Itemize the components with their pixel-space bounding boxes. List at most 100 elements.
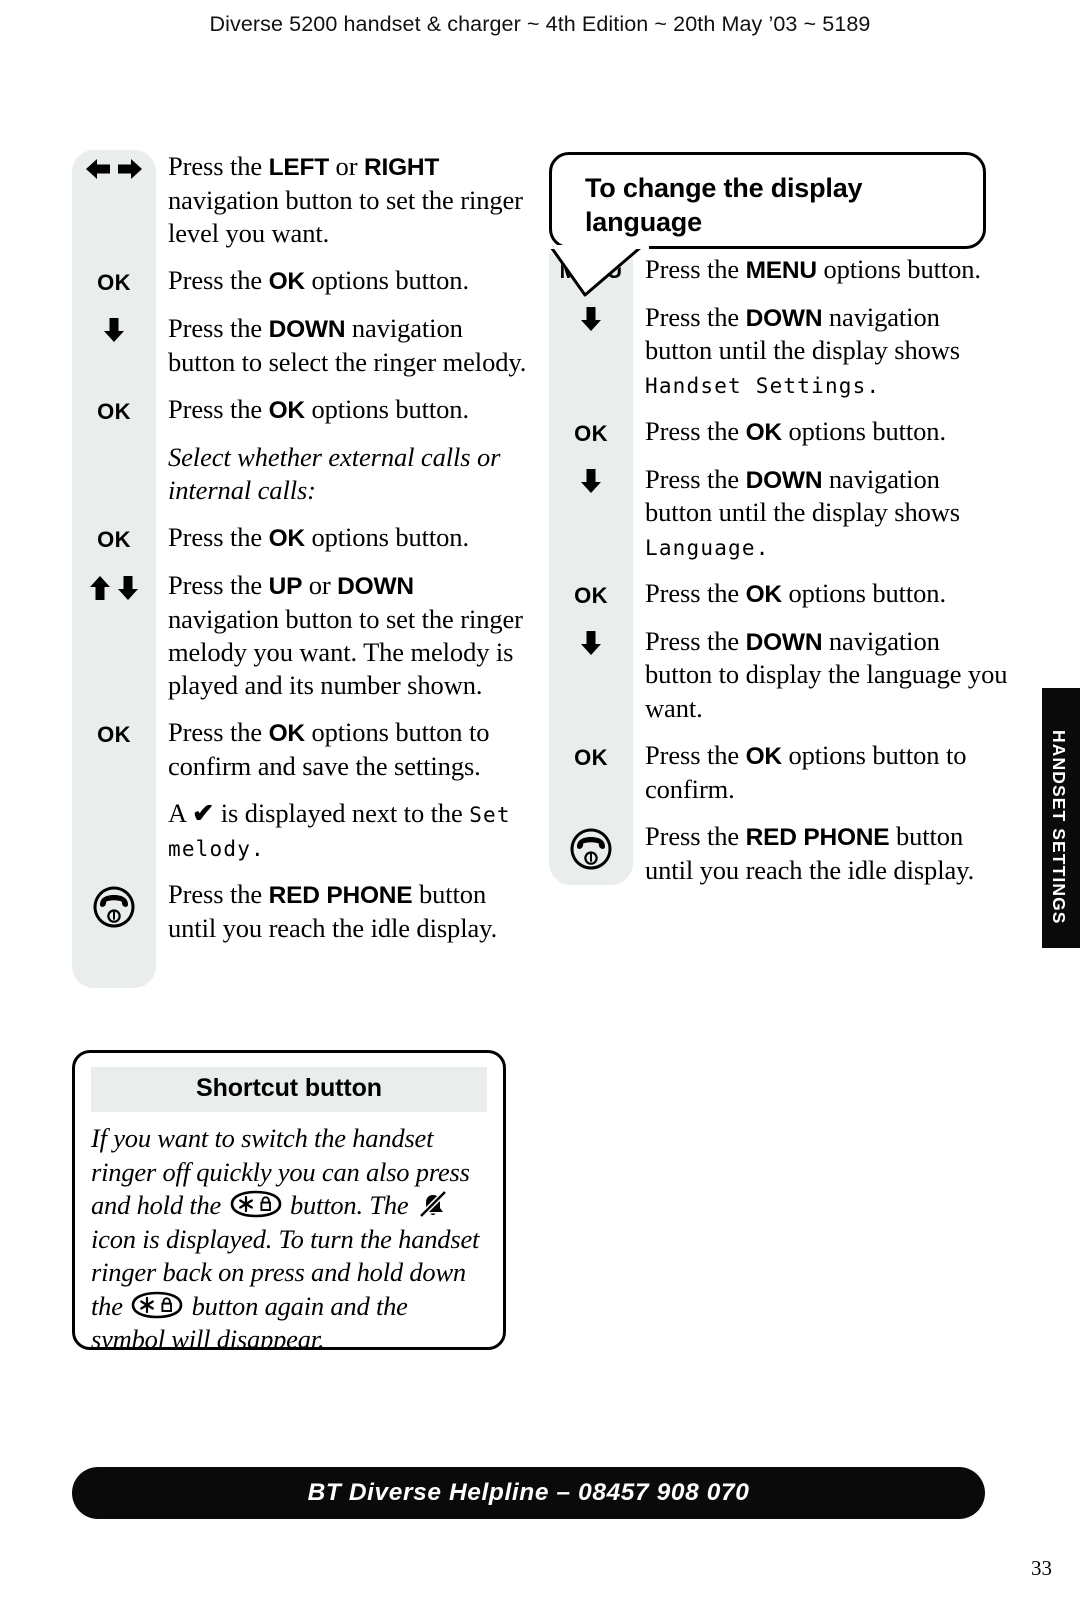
page-header: Diverse 5200 handset & charger ~ 4th Edi… [209,12,871,36]
step-text: Press the DOWN navigation button to disp… [633,625,1009,725]
step-text-run: options button. [781,415,946,446]
step-text: Press the OK options button. [156,521,469,555]
ok-label-icon-label: OK [574,582,608,608]
step-text-run: navigation button to set the ringer melo… [168,603,523,701]
step-text-run: Press the [168,312,269,343]
step-text: Select whether external calls or interna… [156,441,527,508]
step-text-run: Press the [168,265,269,296]
step-text-run: options button. [304,393,469,424]
ringer-off-bell-icon [418,1191,447,1218]
step-text-run: navigation button to set the ringer leve… [168,184,523,248]
star-lock-key-icon [131,1291,183,1318]
ok-label-icon-label: OK [574,744,608,770]
star-lock-key-icon [230,1190,281,1218]
step-text: Press the OK options button. [633,415,946,449]
ok-label-icon-label: OK [97,527,131,553]
step-text: Press the DOWN navigation button until t… [633,463,1009,563]
keyword-label: OK [268,396,306,424]
instruction-step: Press the DOWN navigation button until t… [549,463,1009,563]
red-phone-icon [72,878,156,929]
left-right-arrows-icon [72,150,156,182]
keyword-label: RED PHONE [268,881,413,909]
down-arrow-icon [549,625,633,656]
keyword-label: DOWN [745,304,823,332]
red-phone-icon [549,820,633,871]
left-arrow-icon [85,155,143,182]
step-text-run: Press the [645,625,746,656]
step-text: Press the MENU options button. [633,253,981,287]
ok-label-icon: OK [72,716,156,746]
up-down-arrows-icon [72,569,156,601]
step-text-run: Press the [645,415,746,446]
ok-label-icon-label: OK [574,420,608,446]
step-text-run: Press the [645,301,746,332]
instruction-step: Press the DOWN navigation button to sele… [72,312,527,379]
shortcut-button-box: Shortcut button If you want to switch th… [72,1050,506,1350]
step-text-run: A [168,798,193,829]
instruction-step: OK Press the OK options button. [72,521,527,555]
step-text-run: Press the [645,820,746,851]
instruction-step: OK Press the OK options button. [549,415,1009,449]
step-text-run: Press the [168,569,269,600]
keyword-label: LEFT [268,154,330,181]
up-arrow-icon [89,574,139,601]
instruction-step: OK Press the OK options button to confirm… [72,716,527,783]
step-text: Press the OK options button to confirm a… [156,716,527,783]
instruction-step: A ✔ is displayed next to the Set melody. [72,797,527,864]
step-text-run: options button. [304,522,469,553]
ok-label-icon-label: OK [97,398,131,424]
keyword-label: OK [268,268,306,296]
step-text-run: or [329,151,364,181]
step-text: Press the OK options button. [156,393,469,427]
step-text-run: or [302,569,338,600]
keyword-label: DOWN [745,628,823,656]
lcd-display-text: Handset Settings. [645,373,881,398]
keyword-label: OK [268,720,306,748]
step-text: Press the OK options button. [633,577,946,611]
step-text-run: options button. [304,265,469,296]
keyword-label: UP [268,572,303,600]
display-language-callout: To change the display language [549,152,986,249]
step-text-run: options button. [816,254,981,284]
keyword-label: RED PHONE [745,823,890,851]
instruction-step: OK Press the OK options button. [72,264,527,298]
keyword-label: OK [268,525,306,553]
keyword-label: DOWN [268,315,346,343]
step-text-run: Press the [168,393,269,424]
instruction-step: Press the UP or DOWN navigation button t… [72,569,527,702]
step-text-run: Press the [645,254,746,284]
step-text: Press the OK options button. [156,264,469,298]
step-text-run: is displayed next to the [214,798,470,829]
step-text: Press the UP or DOWN navigation button t… [156,569,527,702]
step-text: Press the OK options button to confirm. [633,739,1009,806]
ok-label-icon-label: OK [97,270,131,296]
callout-title: To change the display language [585,173,863,238]
ok-label-icon: OK [549,415,633,445]
section-tab-handset-settings: HANDSET SETTINGS [1042,688,1080,948]
instruction-step: OK Press the OK options button to confirm… [549,739,1009,806]
step-text-run: Press the [645,739,746,770]
keyword-label: DOWN [745,466,823,494]
red-phone-glyph [569,825,613,871]
right-step-list: MENUPress the MENU options button.Press … [549,253,1009,887]
ok-label-icon: OK [72,521,156,551]
instruction-step: Press the DOWN navigation button to disp… [549,625,1009,725]
step-text: A ✔ is displayed next to the Set melody. [156,797,527,864]
step-text: Press the DOWN navigation button until t… [633,301,1009,401]
tick-icon: ✔ [192,798,215,829]
left-step-list: Press the LEFT or RIGHT navigation butto… [72,150,527,945]
down-arrow-icon [549,463,633,494]
empty-gutter [72,441,156,446]
lcd-display-text: Language. [645,535,770,560]
page-number: 33 [1031,1556,1052,1580]
ok-label-icon: OK [549,739,633,769]
down-arrow-icon [549,301,633,332]
instruction-step: Press the RED PHONE button until you rea… [549,820,1009,887]
keyword-label: OK [745,742,783,770]
instruction-step: Select whether external calls or interna… [72,441,527,508]
down-arrow-icon [72,312,156,343]
step-text-run: options button. [781,577,946,608]
right-instruction-column: MENUPress the MENU options button.Press … [549,253,1009,887]
helpline-text: BT Diverse Helpline – 08457 908 070 [307,1479,750,1506]
step-text: Press the LEFT or RIGHT navigation butto… [156,150,527,250]
